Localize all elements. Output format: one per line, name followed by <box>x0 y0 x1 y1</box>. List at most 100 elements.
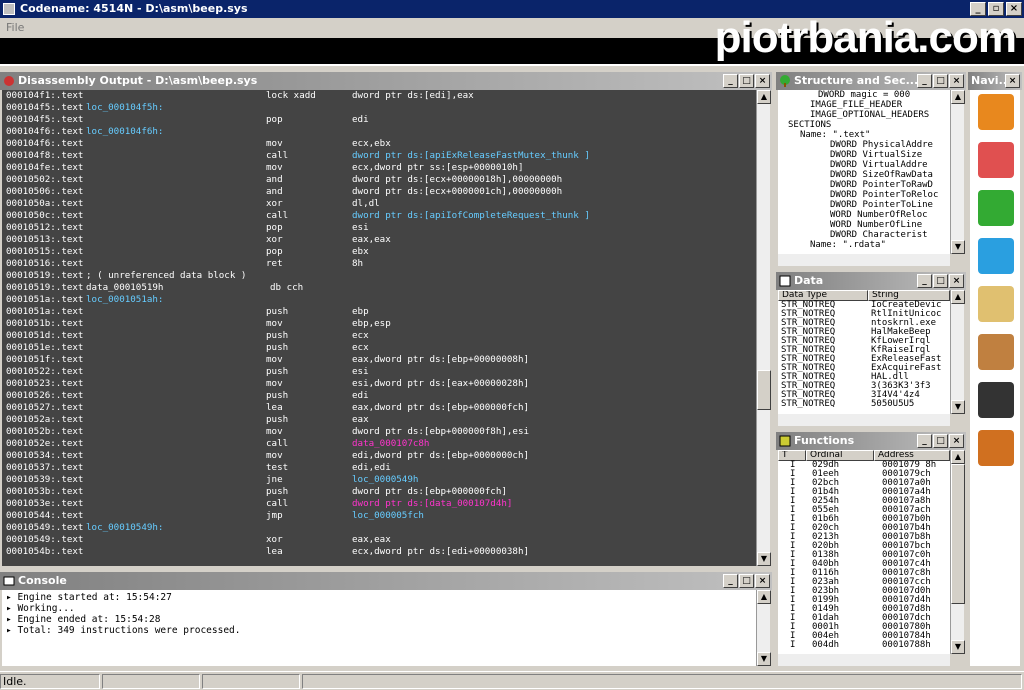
scroll-thumb[interactable] <box>951 464 965 604</box>
disasm-row[interactable]: 000104fe:.text mov ecx,dword ptr ss:[esp+0… <box>2 162 756 174</box>
disasm-row[interactable]: 000104f6:.text loc_000104f6h: <box>2 126 756 138</box>
scroll-up-button[interactable]: ▲ <box>951 290 965 304</box>
panel-close-button[interactable]: × <box>755 574 770 588</box>
tree-node[interactable]: IMAGE_FILE_HEADER <box>778 100 950 110</box>
console-output[interactable]: ▸ Engine started at: 15:54:27 ▸ Working..… <box>2 590 756 666</box>
scroll-up-button[interactable]: ▲ <box>757 590 771 604</box>
structure-hscroll[interactable] <box>778 254 950 266</box>
disasm-row[interactable]: 000104f5:.text loc_000104f5h: <box>2 102 756 114</box>
panel-close-button[interactable]: × <box>1005 74 1020 88</box>
panel-minimize-button[interactable]: _ <box>917 274 932 288</box>
disasm-row[interactable]: 0001054b:.text lea ecx,dword ptr ds:[edi+0… <box>2 546 756 558</box>
functions-scrollbar[interactable]: ▲ ▼ <box>950 450 965 654</box>
disasm-row[interactable]: 000104f1:.text lock xadd dword ptr ds:[edi… <box>2 90 756 102</box>
tree-node[interactable]: WORD NumberOfLine <box>778 220 950 230</box>
edit-icon[interactable] <box>978 142 1014 178</box>
disasm-row[interactable]: 0001052a:.text push eax <box>2 414 756 426</box>
abacus-icon[interactable] <box>978 430 1014 466</box>
disasm-row[interactable]: 0001053e:.text call dword ptr ds:[data_000… <box>2 498 756 510</box>
panel-maximize-button[interactable]: □ <box>739 574 754 588</box>
disasm-row[interactable]: 00010523:.text mov esi,dword ptr ds:[eax+0… <box>2 378 756 390</box>
menu-file[interactable]: File <box>6 21 24 34</box>
panel-minimize-button[interactable]: _ <box>723 74 738 88</box>
tree-node[interactable]: DWORD VirtualSize <box>778 150 950 160</box>
panel-maximize-button[interactable]: □ <box>933 434 948 448</box>
scroll-up-button[interactable]: ▲ <box>757 90 771 104</box>
disasm-row[interactable]: 00010522:.text push esi <box>2 366 756 378</box>
disassembly-scrollbar[interactable]: ▲ ▼ <box>756 90 771 566</box>
disasm-row[interactable]: 00010549:.text xor eax,eax <box>2 534 756 546</box>
disasm-row[interactable]: 0001051a:.text loc_0001051ah: <box>2 294 756 306</box>
panel-maximize-button[interactable]: □ <box>933 274 948 288</box>
disasm-row[interactable]: 00010519:.text; ( unreferenced data bloc… <box>2 270 756 282</box>
tree-node[interactable]: DWORD PhysicalAddre <box>778 140 950 150</box>
console-scrollbar[interactable]: ▲ ▼ <box>756 590 771 666</box>
disasm-row[interactable]: 0001051f:.text mov eax,dword ptr ds:[ebp+0… <box>2 354 756 366</box>
panel-minimize-button[interactable]: _ <box>723 574 738 588</box>
tree-node[interactable]: DWORD Characterist <box>778 230 950 240</box>
tree-node[interactable]: Name: ".text" <box>778 130 950 140</box>
disasm-row[interactable]: 0001051e:.text push ecx <box>2 342 756 354</box>
bread-icon[interactable] <box>978 94 1014 130</box>
disasm-row[interactable]: 0001050a:.text xor dl,dl <box>2 198 756 210</box>
scroll-down-button[interactable]: ▼ <box>757 652 771 666</box>
tree-node[interactable]: DWORD magic = 000 <box>778 90 950 100</box>
scroll-up-button[interactable]: ▲ <box>951 90 965 104</box>
disasm-row[interactable]: 000104f5:.text pop edi <box>2 114 756 126</box>
disasm-row[interactable]: 00010506:.text and dword ptr ds:[ecx+00000… <box>2 186 756 198</box>
scroll-down-button[interactable]: ▼ <box>951 400 965 414</box>
tree-node[interactable]: DWORD PointerToLine <box>778 200 950 210</box>
disasm-row[interactable]: 0001051a:.text push ebp <box>2 306 756 318</box>
structure-scrollbar[interactable]: ▲ ▼ <box>950 90 965 254</box>
disasm-row[interactable]: 00010513:.text xor eax,eax <box>2 234 756 246</box>
disasm-row[interactable]: 0001052b:.text mov dword ptr ds:[ebp+00000… <box>2 426 756 438</box>
disasm-row[interactable]: 0001051d:.text push ecx <box>2 330 756 342</box>
disasm-row[interactable]: 00010534:.text mov edi,dword ptr ds:[ebp+0… <box>2 450 756 462</box>
structure-tree[interactable]: DWORD magic = 000 IMAGE_FILE_HEADER IMAGE_… <box>778 90 950 254</box>
panel-minimize-button[interactable]: _ <box>917 434 932 448</box>
data-row[interactable]: STR_NOTREQ 5050U5U5 <box>778 400 950 409</box>
panel-close-button[interactable]: × <box>755 74 770 88</box>
scroll-down-button[interactable]: ▼ <box>951 640 965 654</box>
disasm-row[interactable]: 000104f8:.text call dword ptr ds:[apiExRel… <box>2 150 756 162</box>
function-row[interactable]: I 004dh 00010788h <box>778 641 950 650</box>
disasm-row[interactable]: 000104f6:.text mov ecx,ebx <box>2 138 756 150</box>
tree-node[interactable]: DWORD SizeOfRawData <box>778 170 950 180</box>
tree-icon[interactable] <box>978 190 1014 226</box>
disasm-row[interactable]: 00010539:.text jne loc_0000549h <box>2 474 756 486</box>
data-hscroll[interactable] <box>778 414 950 426</box>
tree-node[interactable]: SECTIONS <box>778 120 950 130</box>
scroll-down-button[interactable]: ▼ <box>951 240 965 254</box>
scroll-down-button[interactable]: ▼ <box>757 552 771 566</box>
tree-node[interactable]: Name: ".rdata" <box>778 240 950 250</box>
data-table[interactable]: Data Type String STR_NOTREQ IoCreateDevic S… <box>778 290 950 414</box>
functions-hscroll[interactable] <box>778 654 950 666</box>
disasm-row[interactable]: 00010537:.text test edi,edi <box>2 462 756 474</box>
disasm-row[interactable]: 0001052e:.text call data_000107c8h <box>2 438 756 450</box>
disasm-row[interactable]: 00010526:.text push edi <box>2 390 756 402</box>
disasm-row[interactable]: 00010527:.text lea eax,dword ptr ds:[ebp+0… <box>2 402 756 414</box>
disasm-row[interactable]: 00010502:.text and dword ptr ds:[ecx+00000… <box>2 174 756 186</box>
tree-node[interactable]: DWORD PointerToRawD <box>778 180 950 190</box>
disasm-row[interactable]: 0001051b:.text mov ebp,esp <box>2 318 756 330</box>
dice-icon[interactable] <box>978 382 1014 418</box>
tree-node[interactable]: DWORD VirtualAddre <box>778 160 950 170</box>
scroll-up-button[interactable]: ▲ <box>951 450 965 464</box>
tree-node[interactable]: DWORD PointerToReloc <box>778 190 950 200</box>
cow-icon[interactable] <box>978 334 1014 370</box>
panel-maximize-button[interactable]: □ <box>933 74 948 88</box>
disasm-row[interactable]: 0001053b:.text push dword ptr ds:[ebp+0000… <box>2 486 756 498</box>
disasm-row[interactable]: 0001050c:.text call dword ptr ds:[apiIofCo… <box>2 210 756 222</box>
pen-icon[interactable] <box>978 238 1014 274</box>
disasm-row[interactable]: 00010549:.text loc_00010549h: <box>2 522 756 534</box>
disasm-row[interactable]: 00010519:.text data_00010519h db cch <box>2 282 756 294</box>
tree-node[interactable]: IMAGE_OPTIONAL_HEADERS <box>778 110 950 120</box>
panel-maximize-button[interactable]: □ <box>739 74 754 88</box>
book-icon[interactable] <box>978 286 1014 322</box>
panel-close-button[interactable]: × <box>949 274 964 288</box>
disasm-row[interactable]: 00010515:.text pop ebx <box>2 246 756 258</box>
panel-close-button[interactable]: × <box>949 434 964 448</box>
scroll-thumb[interactable] <box>757 370 771 410</box>
tree-node[interactable]: WORD NumberOfReloc <box>778 210 950 220</box>
functions-table[interactable]: T Ordinal Address I 029dh 0001079 8h I 01eeh 00… <box>778 450 950 654</box>
